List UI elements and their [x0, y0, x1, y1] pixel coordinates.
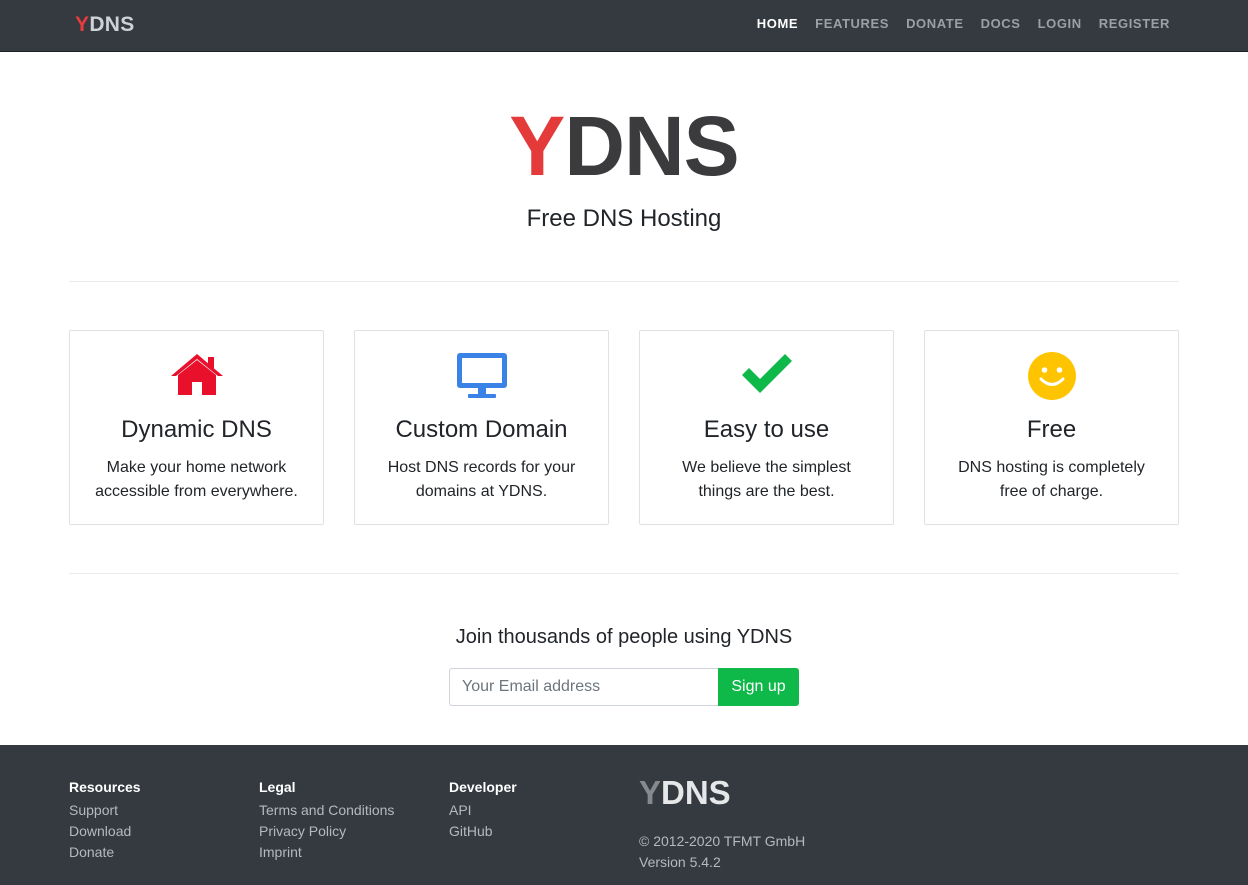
footer-link-github[interactable]: GitHub [449, 821, 517, 842]
sign-up-button[interactable]: Sign up [718, 668, 799, 706]
footer-logo-dns: DNS [661, 774, 731, 811]
footer-column-title: Legal [259, 779, 296, 795]
footer-column-resources: Resources Support Download Donate [69, 779, 141, 863]
feature-card-dynamic-dns: Dynamic DNS Make your home network acces… [69, 330, 324, 525]
feature-description: DNS hosting is completely free of charge… [958, 459, 1145, 500]
feature-title: Free [1026, 416, 1077, 443]
feature-description: Make your home network accessible from e… [95, 459, 298, 500]
nav-link-donate[interactable]: DONATE [906, 16, 964, 32]
hero-logo-dns: DNS [564, 99, 739, 193]
feature-description: We believe the simplest things are the b… [682, 459, 851, 500]
footer-logo: YDNS [639, 775, 731, 811]
footer-link-terms[interactable]: Terms and Conditions [259, 800, 394, 821]
feature-title: Custom Domain [395, 416, 568, 443]
version-text: Version 5.4.2 [639, 854, 721, 870]
email-input[interactable] [449, 668, 718, 706]
feature-card-custom-domain: Custom Domain Host DNS records for your … [354, 330, 609, 525]
check-icon [640, 351, 893, 401]
feature-cards: Dynamic DNS Make your home network acces… [69, 330, 1179, 525]
nav-link-docs[interactable]: DOCS [981, 16, 1021, 32]
hero-tagline: Free DNS Hosting [526, 205, 722, 232]
home-icon [70, 351, 323, 401]
smiley-icon [925, 351, 1178, 401]
footer-link-imprint[interactable]: Imprint [259, 842, 394, 863]
footer-link-privacy[interactable]: Privacy Policy [259, 821, 394, 842]
feature-card-free: Free DNS hosting is completely free of c… [924, 330, 1179, 525]
brand-letter-y: Y [75, 13, 90, 36]
nav-link-login[interactable]: LOGIN [1038, 16, 1082, 32]
feature-description: Host DNS records for your domains at YDN… [387, 459, 576, 500]
feature-card-easy-to-use: Easy to use We believe the simplest thin… [639, 330, 894, 525]
nav-links: HOME FEATURES DONATE DOCS LOGIN REGISTER [757, 16, 1170, 32]
monitor-icon [355, 351, 608, 401]
footer-meta: © 2012-2020 TFMT GmbH Version 5.4.2 [639, 831, 805, 873]
section-divider-bottom [69, 573, 1179, 574]
signup-heading: Join thousands of people using YDNS [455, 626, 793, 648]
footer-column-title: Developer [449, 779, 517, 795]
footer-link-download[interactable]: Download [69, 821, 141, 842]
signup-form: Sign up [449, 668, 799, 706]
footer-link-api[interactable]: API [449, 800, 517, 821]
footer-column-legal: Legal Terms and Conditions Privacy Polic… [259, 779, 394, 863]
feature-title: Easy to use [703, 416, 830, 443]
navbar-brand-logo[interactable]: YDNS [75, 13, 135, 37]
footer-link-support[interactable]: Support [69, 800, 141, 821]
copyright-text: © 2012-2020 TFMT GmbH [639, 833, 806, 849]
footer-column-developer: Developer API GitHub [449, 779, 517, 842]
footer-logo-y: Y [639, 774, 662, 811]
feature-title: Dynamic DNS [121, 416, 272, 443]
top-navbar: YDNS HOME FEATURES DONATE DOCS LOGIN REG… [0, 0, 1248, 52]
section-divider-top [69, 281, 1179, 282]
footer-link-donate[interactable]: Donate [69, 842, 141, 863]
nav-link-register[interactable]: REGISTER [1099, 16, 1170, 32]
nav-link-home[interactable]: HOME [757, 16, 798, 32]
footer: Resources Support Download Donate Legal … [0, 745, 1248, 885]
hero-logo: YDNS [0, 100, 1248, 192]
footer-column-title: Resources [69, 779, 141, 795]
nav-link-features[interactable]: FEATURES [815, 16, 889, 32]
hero-logo-y: Y [509, 99, 565, 193]
brand-letters-dns: DNS [89, 13, 135, 36]
